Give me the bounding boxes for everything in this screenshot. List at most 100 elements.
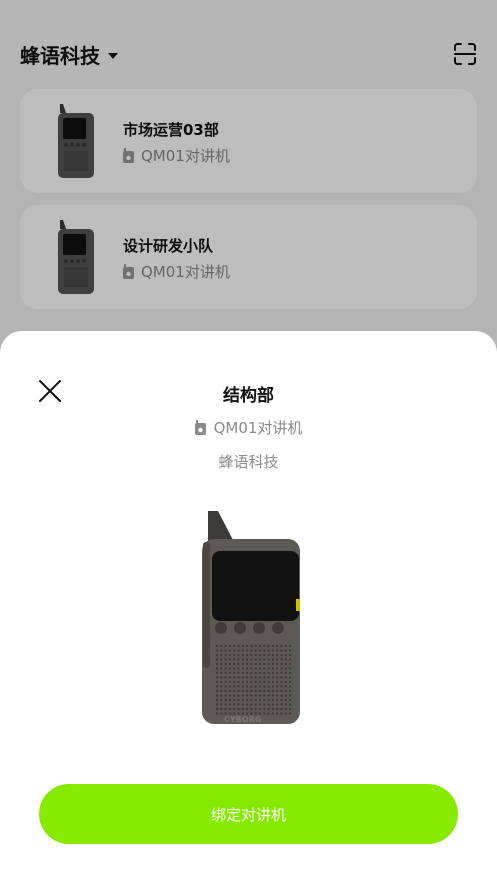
speaker-hole [237, 653, 240, 657]
speaker-hole [276, 662, 279, 666]
speaker-hole [276, 698, 279, 702]
speaker-hole [288, 703, 292, 706]
speaker-hole [267, 644, 270, 648]
speaker-hole [220, 689, 223, 693]
speaker-hole [228, 703, 232, 706]
sheet-title: 结构部 [223, 386, 274, 406]
speaker-hole [245, 653, 249, 657]
speaker-hole [215, 698, 219, 702]
speaker-hole [241, 649, 244, 652]
speaker-hole [237, 685, 240, 688]
speaker-hole [245, 644, 249, 648]
speaker-hole [224, 653, 227, 657]
speaker-hole [237, 662, 240, 666]
speaker-hole [237, 644, 240, 648]
speaker-hole [258, 703, 262, 706]
speaker-hole [288, 676, 292, 679]
speaker-hole [245, 658, 249, 661]
speaker-hole [245, 676, 249, 679]
speaker-hole [215, 662, 219, 666]
speaker-hole [237, 676, 240, 679]
speaker-hole [245, 698, 249, 702]
speaker-hole [258, 707, 262, 711]
sheet-model-label: QM01对讲机 [213, 419, 303, 437]
speaker-hole [263, 712, 266, 715]
speaker-hole [233, 644, 236, 648]
speaker-hole [245, 671, 249, 675]
speaker-hole [245, 662, 249, 666]
speaker-hole [215, 680, 219, 684]
speaker-hole [254, 671, 257, 675]
speaker-hole [284, 694, 287, 697]
speaker-hole [276, 685, 279, 688]
speaker-hole [228, 685, 232, 688]
speaker-hole [271, 685, 275, 688]
speaker-hole [215, 694, 219, 697]
speaker-hole [224, 658, 227, 661]
speaker-hole [288, 644, 292, 648]
speaker-hole [250, 707, 253, 711]
speaker-hole [267, 671, 270, 675]
bind-walkie-talkie-button[interactable]: 绑定对讲机 [39, 784, 458, 844]
speaker-hole [276, 707, 279, 711]
speaker-hole [215, 676, 219, 679]
speaker-hole [288, 685, 292, 688]
speaker-hole [228, 662, 232, 666]
speaker-hole [276, 703, 279, 706]
speaker-hole [280, 662, 283, 666]
speaker-hole [228, 667, 232, 670]
speaker-hole [224, 676, 227, 679]
speaker-hole [224, 707, 227, 711]
speaker-hole [263, 671, 266, 675]
speaker-hole [220, 707, 223, 711]
speaker-hole [224, 680, 227, 684]
speaker-hole [220, 671, 223, 675]
speaker-hole [271, 689, 275, 693]
speaker-hole [250, 698, 253, 702]
speaker-hole [241, 662, 244, 666]
speaker-hole [263, 676, 266, 679]
speaker-hole [284, 685, 287, 688]
speaker-hole [224, 649, 227, 652]
speaker-hole [215, 658, 219, 661]
speaker-hole [284, 653, 287, 657]
speaker-hole [215, 685, 219, 688]
speaker-hole [263, 694, 266, 697]
speaker-hole [263, 649, 266, 652]
speaker-hole [258, 689, 262, 693]
speaker-hole [215, 671, 219, 675]
speaker-hole [241, 703, 244, 706]
speaker-hole [241, 671, 244, 675]
speaker-hole [237, 649, 240, 652]
speaker-hole [237, 707, 240, 711]
speaker-hole [271, 653, 275, 657]
speaker-hole [263, 707, 266, 711]
speaker-hole [215, 653, 219, 657]
speaker-hole [280, 685, 283, 688]
speaker-hole [284, 644, 287, 648]
speaker-hole [245, 703, 249, 706]
speaker-hole [220, 649, 223, 652]
speaker-hole [284, 703, 287, 706]
speaker-hole [267, 694, 270, 697]
speaker-hole [267, 707, 270, 711]
speaker-hole [258, 698, 262, 702]
speaker-hole [237, 671, 240, 675]
speaker-hole [276, 689, 279, 693]
speaker-hole [224, 667, 227, 670]
brand-print: CYBORG [224, 715, 261, 724]
speaker-hole [258, 671, 262, 675]
radio-icon [194, 420, 206, 435]
speaker-hole [245, 685, 249, 688]
speaker-hole [237, 658, 240, 661]
speaker-hole [254, 658, 257, 661]
speaker-hole [263, 658, 266, 661]
speaker-hole [258, 644, 262, 648]
speaker-hole [250, 694, 253, 697]
speaker-hole [267, 698, 270, 702]
speaker-hole [284, 667, 287, 670]
speaker-hole [220, 658, 223, 661]
speaker-hole [288, 671, 292, 675]
speaker-hole [228, 676, 232, 679]
speaker-hole [233, 662, 236, 666]
